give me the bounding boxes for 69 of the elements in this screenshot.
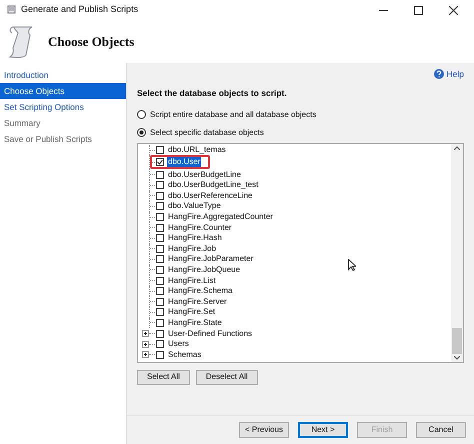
nav-item[interactable]: Introduction xyxy=(0,67,126,83)
checkbox[interactable] xyxy=(156,255,164,264)
tree-item-label[interactable]: Users xyxy=(167,339,190,350)
checkbox[interactable] xyxy=(156,276,164,285)
tree-item-label[interactable]: dbo.UserReferenceLine xyxy=(167,190,254,201)
tree-item-label[interactable]: HangFire.Hash xyxy=(167,233,223,244)
tree-item-label[interactable]: User-Defined Functions xyxy=(167,328,254,339)
checkbox[interactable] xyxy=(156,202,164,210)
wizard-button[interactable]: Next > xyxy=(298,422,348,438)
checkbox[interactable] xyxy=(156,340,164,348)
checkbox[interactable] xyxy=(156,350,164,359)
close-icon[interactable] xyxy=(448,6,458,14)
radio-button[interactable] xyxy=(137,110,146,120)
tree-item-label[interactable]: dbo.UserBudgetLine xyxy=(167,170,242,180)
tree-button[interactable]: Deselect All xyxy=(196,370,258,385)
checkbox[interactable] xyxy=(156,181,164,190)
checkbox[interactable] xyxy=(156,224,164,232)
radio-label[interactable]: Select specific database objects xyxy=(150,126,264,139)
wizard-button[interactable]: < Previous xyxy=(239,422,289,438)
page-title: Choose Objects xyxy=(48,32,134,51)
tree-item-label[interactable]: HangFire.Job xyxy=(167,244,218,254)
nav-item[interactable]: Set Scripting Options xyxy=(0,99,126,115)
tree-item-label[interactable]: HangFire.JobQueue xyxy=(167,264,242,275)
mouse-pointer-icon xyxy=(348,258,356,271)
tree-item-label[interactable]: Schemas xyxy=(167,350,202,360)
tree-item-label[interactable]: dbo.User xyxy=(167,157,202,168)
scrollbar-thumb[interactable] xyxy=(452,328,462,354)
checkbox[interactable] xyxy=(156,213,164,222)
maximize-icon[interactable] xyxy=(414,6,422,14)
radio-button[interactable] xyxy=(137,128,146,138)
tree-item-label[interactable]: HangFire.JobParameter xyxy=(167,254,254,264)
tree-item-label[interactable]: HangFire.Counter xyxy=(167,222,233,233)
expand-icon[interactable] xyxy=(142,351,149,358)
scrollbar[interactable] xyxy=(451,144,463,362)
tree-button[interactable]: Select All xyxy=(137,370,190,385)
expand-icon[interactable] xyxy=(142,330,149,338)
checkbox[interactable] xyxy=(156,244,164,253)
checkbox[interactable] xyxy=(156,146,164,154)
checkbox[interactable] xyxy=(156,234,164,242)
checkbox[interactable] xyxy=(156,287,164,296)
app-icon xyxy=(6,5,16,15)
scroll-down-icon xyxy=(454,356,460,360)
help-link[interactable]: Help xyxy=(434,67,464,81)
expand-icon[interactable] xyxy=(142,340,149,348)
tree-item-label[interactable]: dbo.ValueType xyxy=(167,201,222,212)
checkbox[interactable] xyxy=(156,318,164,327)
tree-item-label[interactable]: HangFire.Server xyxy=(167,296,228,307)
checkbox[interactable] xyxy=(156,158,164,166)
scroll-up-icon xyxy=(454,146,460,150)
help-icon xyxy=(434,69,444,79)
tree-item-label[interactable]: HangFire.State xyxy=(167,318,223,328)
tree-item-label[interactable]: dbo.URL_temas xyxy=(167,145,227,156)
checkbox[interactable] xyxy=(156,266,164,274)
checkbox[interactable] xyxy=(156,170,164,179)
tree-item-label[interactable]: HangFire.Schema xyxy=(167,286,234,296)
tree-item-label[interactable]: HangFire.List xyxy=(167,276,217,286)
tree-item-label[interactable]: dbo.UserBudgetLine_test xyxy=(167,180,260,190)
wizard-button[interactable]: Cancel xyxy=(416,422,466,438)
checkbox[interactable] xyxy=(156,298,164,306)
checkbox[interactable] xyxy=(156,330,164,338)
tree-item-label[interactable]: HangFire.AggregatedCounter xyxy=(167,212,274,222)
tree-item-label[interactable]: HangFire.Set xyxy=(167,307,216,318)
checkbox[interactable] xyxy=(156,308,164,316)
checkbox[interactable] xyxy=(156,192,164,200)
instruction-text: Select the database objects to script. xyxy=(137,87,288,100)
radio-label[interactable]: Script entire database and all database objects xyxy=(150,108,316,121)
scroll-icon xyxy=(6,24,34,60)
window-title: Generate and Publish Scripts xyxy=(21,3,140,16)
nav-item[interactable]: Choose Objects xyxy=(0,83,126,99)
